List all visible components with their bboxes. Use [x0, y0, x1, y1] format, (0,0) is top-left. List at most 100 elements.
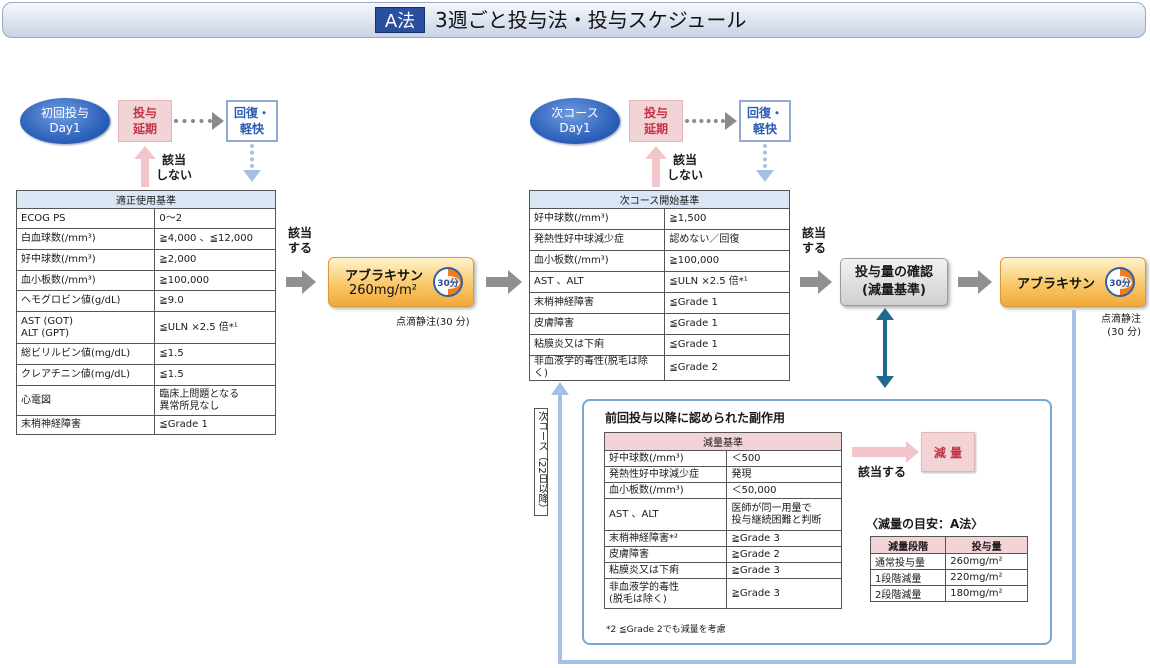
reduction-item: AST 、ALT — [603, 498, 728, 531]
double-arrow-bottom-head — [876, 376, 894, 388]
next-course-value: ≦Grade 1 — [664, 292, 790, 314]
loop-line-right — [1072, 310, 1076, 664]
appropriate-use-row: 好中球数(/mm³) ≧2,000 — [15, 249, 276, 271]
reduction-value: 発現 — [726, 466, 842, 483]
first-no-line2: しない — [156, 168, 193, 182]
next-up-arrow — [652, 159, 660, 187]
abraxane-box-1: アブラキサン 260mg/m² 30分 — [328, 257, 474, 307]
first-up-arrow — [141, 159, 149, 187]
reduction-guide-table: 減量段階 投与量 通常投与量 260mg/m² 1段階減量 220mg/m² 2段階減量… — [869, 536, 1028, 602]
reduce-box: 減 量 — [921, 432, 975, 472]
reduction-value: ＜50,000 — [726, 482, 842, 499]
appropriate-use-row: 総ビリルビン値(mg/dL) ≦1.5 — [15, 343, 276, 365]
next-course-oval: 次コース Day1 — [530, 98, 620, 144]
appropriate-use-row: AST (GOT) ALT (GPT) ≦ULN ×2.5 倍*¹ — [15, 311, 276, 344]
guide-title: 〈減量の目安：A法〉 — [866, 517, 984, 531]
first-dotted-arrow — [174, 119, 212, 123]
reduction-item: 好中球数(/mm³) — [603, 450, 728, 467]
next-delay-box: 投与 延期 — [629, 100, 683, 142]
first-delay-line1: 投与 — [132, 106, 157, 120]
next-no-label: 該当 しない — [667, 153, 703, 183]
abraxane-box-2: アブラキサン 30分 — [1000, 257, 1146, 307]
loop-line-bottom — [558, 660, 1076, 664]
first-dotted-arrow-head — [212, 112, 224, 130]
appropriate-use-item: ヘモグロビン値(g/dL) — [15, 290, 156, 312]
reduction-item: 発熱性好中球減少症 — [603, 466, 728, 483]
clock1-label: 30分 — [436, 275, 460, 289]
first-recover-line2: 軽快 — [239, 122, 264, 136]
appropriate-use-value: ≦1.5 — [154, 364, 276, 386]
appropriate-use-value: ≦ULN ×2.5 倍*¹ — [154, 311, 276, 344]
appropriate-use-value: ≦1.5 — [154, 343, 276, 365]
dose-confirm-box: 投与量の確認 (減量基準) — [840, 258, 948, 306]
first-delay-box: 投与 延期 — [118, 100, 172, 142]
guide-row: 2段階減量 180mg/m² — [869, 585, 1028, 602]
appropriate-use-value: ≧4,000 、≦12,000 — [154, 228, 276, 250]
loop-line-left — [558, 394, 562, 664]
first-recover-line1: 回復・ — [233, 106, 270, 120]
next-course-row: 粘膜炎又は下痢 ≦Grade 1 — [528, 334, 790, 356]
appropriate-use-value: 臨床上問題となる 異常所見なし — [154, 385, 276, 416]
gray-arrow-1-head — [302, 270, 316, 294]
next-no-line1: 該当 — [673, 153, 698, 167]
gray-arrow-3 — [800, 277, 818, 287]
guide-item: 1段階減量 — [869, 569, 947, 586]
appropriate-use-item: 心電図 — [15, 385, 156, 416]
next-course-value: ≦ULN ×2.5 倍*¹ — [664, 271, 790, 293]
yes2-label: 該当 する — [802, 226, 826, 256]
gray-arrow-4 — [958, 277, 978, 287]
appropriate-use-value: ≧100,000 — [154, 270, 276, 291]
next-course-item: 好中球数(/mm³) — [528, 208, 666, 230]
drug2-note: 点滴静注 (30 分) — [1101, 313, 1141, 339]
yes2-line2: する — [802, 241, 827, 255]
reduction-row: AST 、ALT 医師が同一用量で 投与継続困難と判断 — [603, 498, 842, 531]
next-course-value: ≦Grade 2 — [664, 355, 790, 381]
appropriate-use-row: 血小板数(/mm³) ≧100,000 — [15, 270, 276, 291]
gray-arrow-4-head — [978, 270, 992, 294]
appropriate-use-row: 末梢神経障害 ≦Grade 1 — [15, 415, 276, 435]
drug1-note: 点滴静注(30 分) — [396, 317, 470, 328]
yes1-label: 該当 する — [288, 226, 312, 256]
appropriate-use-item: クレアチニン値(mg/dL) — [15, 364, 156, 386]
next-dotted-arrow-head — [725, 112, 737, 130]
appropriate-use-item: 好中球数(/mm³) — [15, 249, 156, 271]
loop-arrow-head — [551, 382, 569, 395]
next-course-row: 非血液学的毒性(脱毛は除く) ≦Grade 2 — [528, 355, 790, 381]
next-course-value: 認めない／回復 — [664, 229, 790, 251]
next-oval-line2: Day1 — [559, 121, 591, 135]
reduction-value: ≧Grade 3 — [726, 530, 842, 547]
reduction-item: 非血液学的毒性 (脱毛は除く) — [603, 578, 728, 609]
first-oval-line1: 初回投与 — [40, 106, 89, 120]
clock2-label: 30分 — [1108, 275, 1132, 289]
yes1-line2: する — [288, 241, 313, 255]
reduction-value: ≧Grade 3 — [726, 562, 842, 579]
next-course-row: 末梢神経障害 ≦Grade 1 — [528, 292, 790, 314]
next-course-item: 粘膜炎又は下痢 — [528, 334, 666, 356]
reduction-item: 末梢神経障害*² — [603, 530, 728, 547]
guide-row: 通常投与量 260mg/m² — [869, 553, 1028, 570]
appropriate-use-value: ≧9.0 — [154, 290, 276, 312]
reduction-value: ＜500 — [726, 450, 842, 467]
panel-title: 前回投与以降に認められた副作用 — [605, 411, 786, 425]
first-dotted-down — [250, 144, 254, 168]
next-course-item: 末梢神経障害 — [528, 292, 666, 314]
applies-label: 該当する — [858, 465, 907, 479]
gray-arrow-2 — [486, 277, 508, 287]
reduction-row: 発熱性好中球減少症 発現 — [603, 466, 842, 483]
reduction-row: 好中球数(/mm³) ＜500 — [603, 450, 842, 467]
reduction-value: ≧Grade 2 — [726, 546, 842, 563]
appropriate-use-table: 適正使用基準 ECOG PS 0～2 白血球数(/mm³) ≧4,000 、≦12,0… — [15, 190, 276, 435]
next-up-arrow-head — [645, 146, 667, 159]
first-up-arrow-head — [134, 146, 156, 159]
next-course-value: ≧1,500 — [664, 208, 790, 230]
appropriate-use-item: 末梢神経障害 — [15, 415, 156, 435]
first-delay-line2: 延期 — [132, 122, 157, 136]
first-no-label: 該当 しない — [156, 153, 192, 183]
next-dotted-down-head — [756, 170, 774, 182]
method-badge: A法 — [375, 7, 425, 33]
clock-30min-icon-2: 30分 — [1105, 267, 1135, 297]
next-delay-line1: 投与 — [643, 106, 668, 120]
appropriate-use-item: AST (GOT) ALT (GPT) — [15, 311, 156, 344]
pink-arrow-head — [906, 441, 919, 463]
next-recover-line2: 軽快 — [752, 122, 777, 136]
